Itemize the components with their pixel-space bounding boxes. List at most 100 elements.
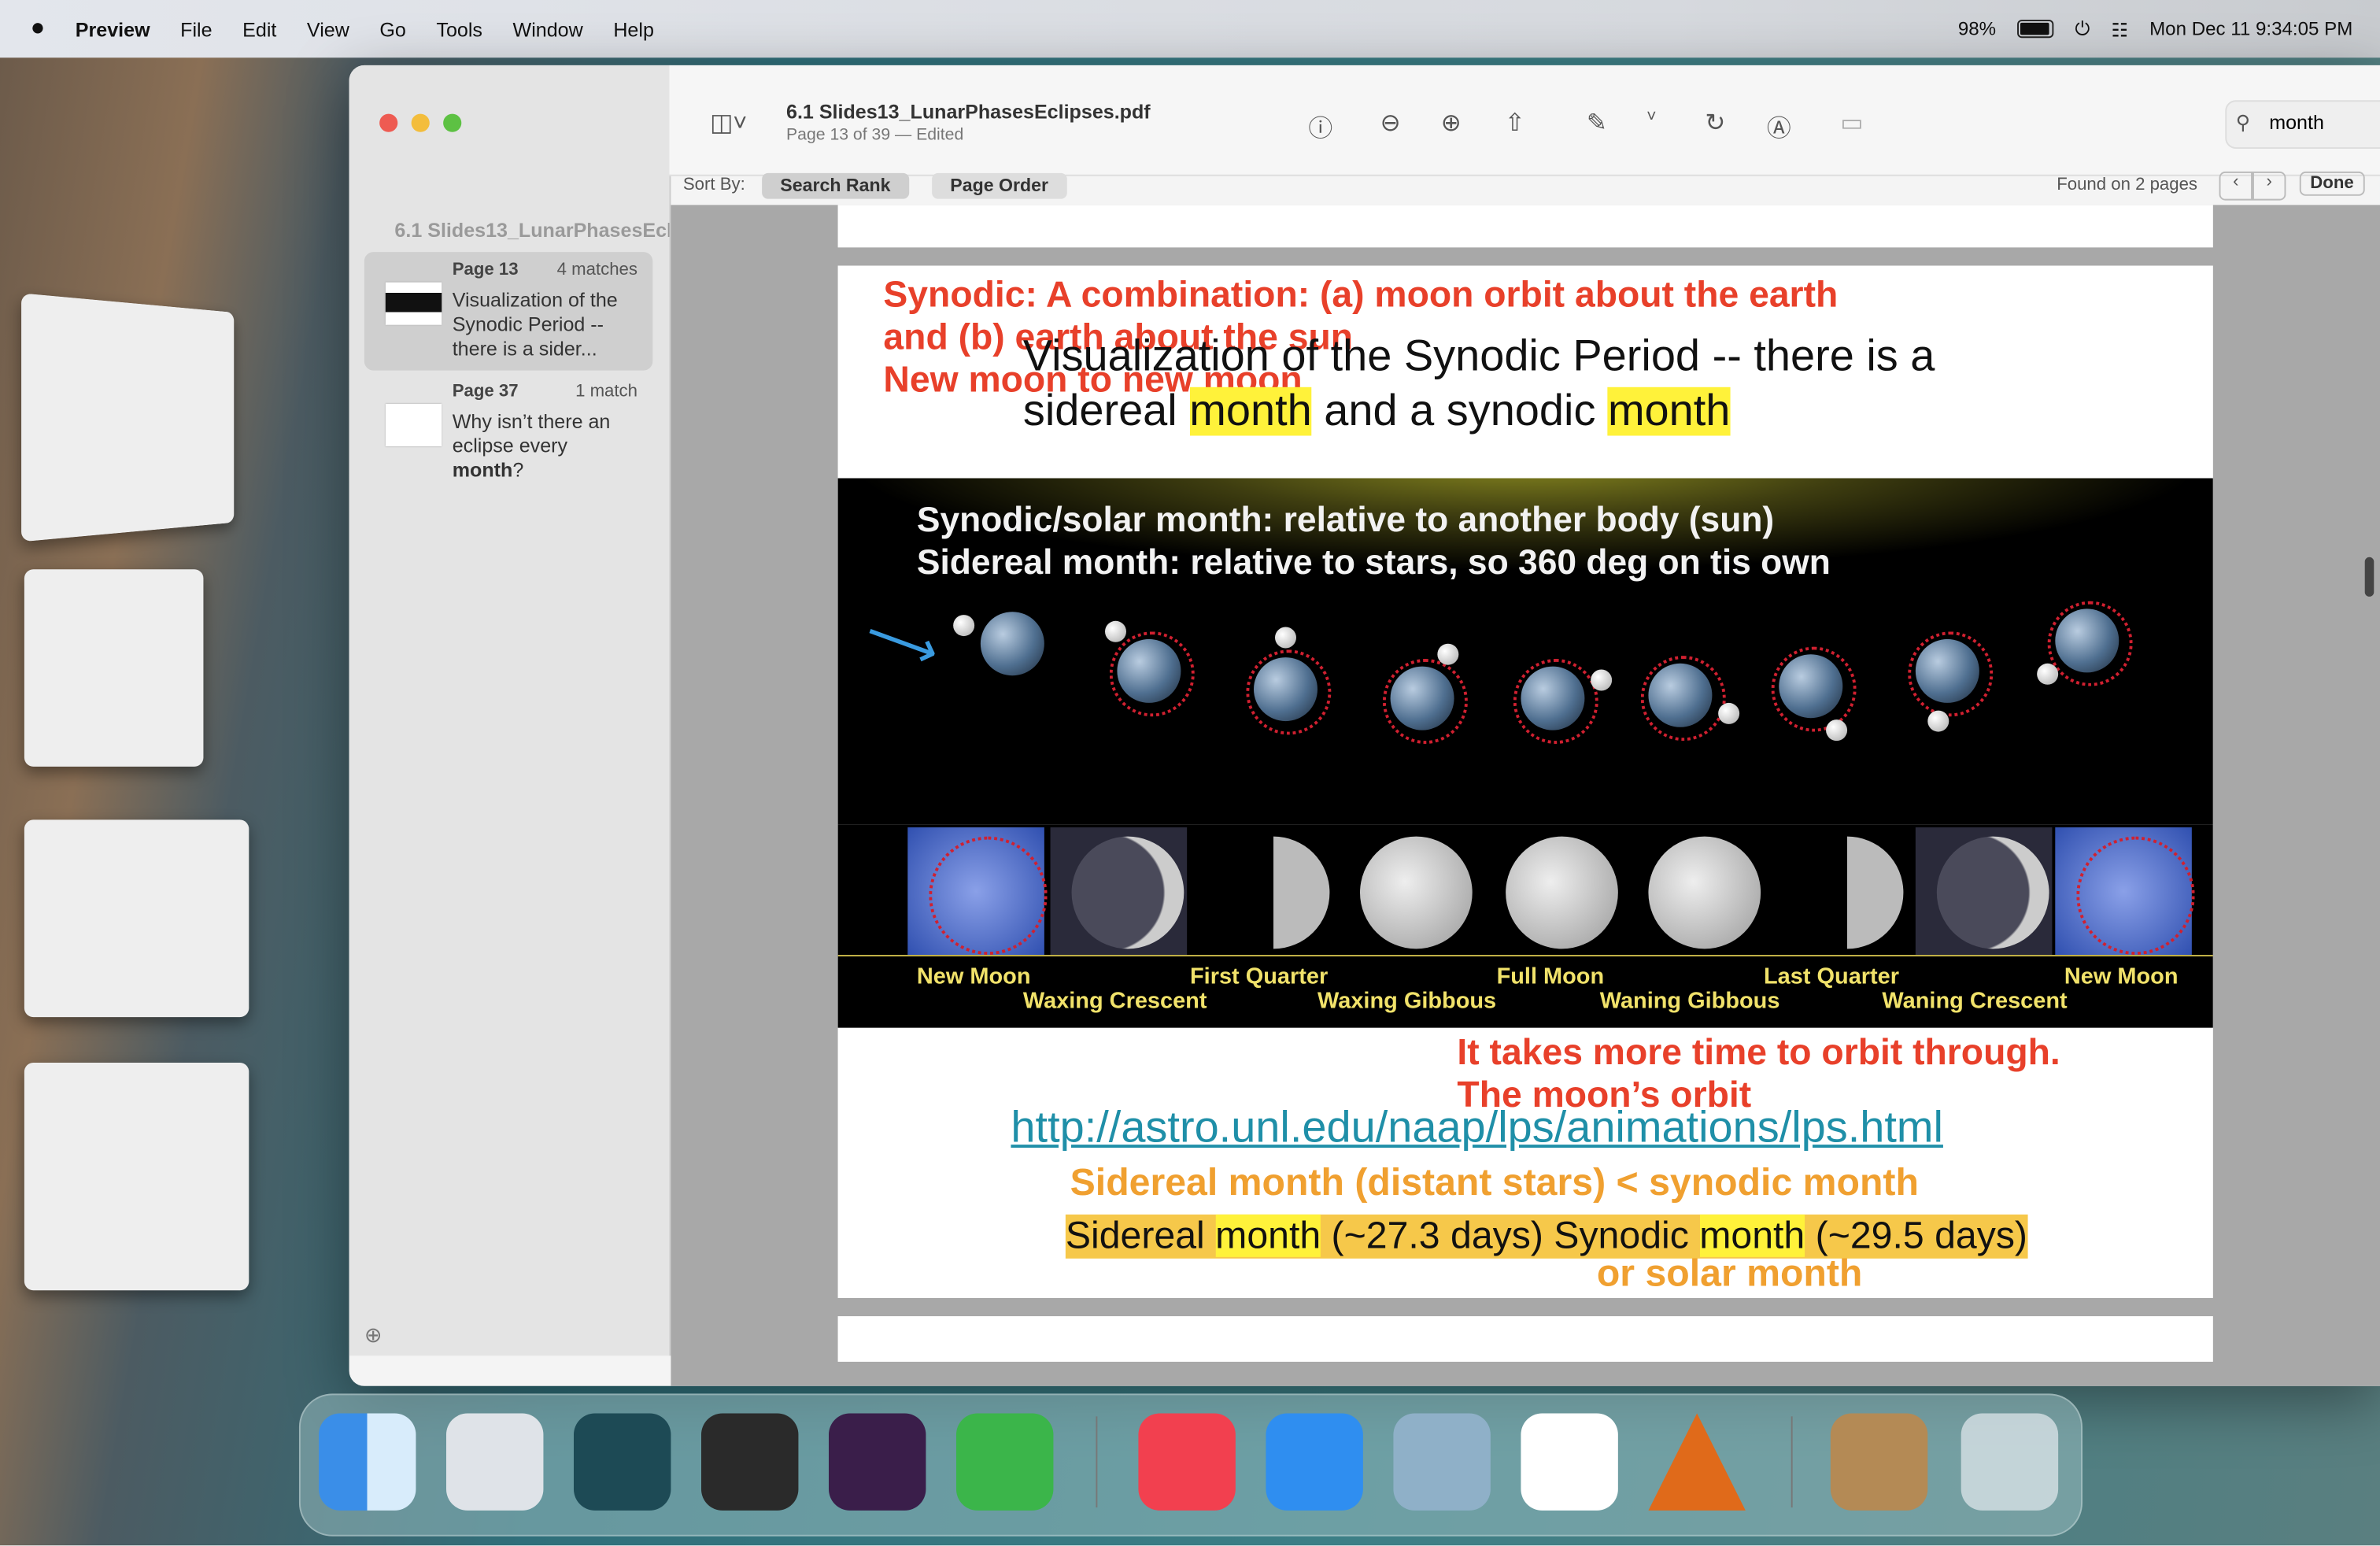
earth-icon — [1390, 666, 1454, 730]
dock-finder[interactable] — [318, 1413, 416, 1511]
dock-trash[interactable] — [1961, 1413, 2059, 1511]
earth-icon — [1915, 638, 1979, 703]
moon-phase-image — [1484, 827, 1621, 955]
close-button[interactable] — [379, 113, 398, 132]
zoom-button[interactable] — [443, 113, 462, 132]
done-button[interactable]: Done — [2299, 171, 2365, 196]
desktop: ● Preview File Edit View Go Tools Window… — [0, 0, 2380, 1546]
search-result[interactable]: Page 13 4 matches Visualization of the S… — [364, 252, 653, 371]
moon-icon — [1274, 627, 1296, 649]
dock-launchpad[interactable] — [445, 1413, 544, 1511]
result-page: Page 37 — [452, 382, 519, 401]
earth-icon — [1521, 666, 1585, 730]
document-subtitle: Page 13 of 39 — Edited — [785, 126, 964, 145]
stage-window-1[interactable] — [21, 293, 235, 542]
share-icon[interactable]: ⇧ — [1498, 108, 1531, 139]
stage-window-3[interactable] — [24, 819, 249, 1018]
phase-between-label: Waxing Gibbous — [1317, 988, 1497, 1015]
markup-pen-icon[interactable]: ✎ — [1580, 108, 1613, 139]
result-page: Page 13 — [452, 261, 519, 279]
animation-link[interactable]: http://astro.unl.edu/naap/lps/animations… — [1011, 1104, 1943, 1154]
dock-matlab[interactable] — [1648, 1413, 1746, 1511]
solar-month-text: or solar month — [1596, 1252, 1863, 1296]
rotate-icon[interactable]: ↻ — [1698, 108, 1731, 139]
sort-bar: Sort By: Search Rank Page Order Found on… — [669, 167, 2379, 203]
moon-phase-image — [907, 827, 1048, 956]
dock-music[interactable] — [1138, 1413, 1236, 1511]
phase-between-label: Waxing Crescent — [1022, 988, 1207, 1015]
menu-tools[interactable]: Tools — [436, 17, 482, 40]
sort-search-rank-button[interactable]: Search Rank — [762, 172, 909, 199]
phase-label: Full Moon — [1496, 963, 1605, 990]
stage-window-4[interactable] — [24, 1062, 249, 1291]
arrow-icon: ⟶ — [857, 602, 948, 682]
add-icon[interactable]: ⊕ — [364, 1322, 382, 1348]
moon-icon — [1718, 702, 1740, 724]
dock-downloads[interactable] — [1830, 1413, 1928, 1511]
dock-app-3[interactable] — [573, 1413, 671, 1511]
menu-view[interactable]: View — [307, 17, 349, 40]
found-count: Found on 2 pages — [2057, 176, 2198, 194]
search-highlight: month — [1699, 1214, 1805, 1257]
earth-icon — [1779, 654, 1843, 719]
next-page — [837, 1316, 2213, 1362]
earth-icon — [980, 612, 1044, 676]
battery-percent: 98% — [1957, 18, 1997, 40]
result-matches: 4 matches — [556, 261, 638, 279]
search-field[interactable]: ⚲ × — [2225, 100, 2380, 149]
sidebar-doc-title: 6.1 Slides13_LunarPhasesEclipses — [394, 218, 669, 242]
earth-icon — [1648, 663, 1713, 727]
dock-divider — [1096, 1416, 1098, 1508]
dock-safari[interactable] — [1266, 1413, 1363, 1511]
minimize-button[interactable] — [411, 113, 430, 132]
control-center-icon[interactable]: ☷ — [2111, 17, 2128, 40]
orbit-text-1: Synodic/solar month: relative to another… — [916, 499, 1775, 539]
power-icon[interactable]: ⏻ — [2075, 17, 2090, 40]
page-thumbnail — [385, 282, 442, 325]
zoom-in-icon[interactable]: ⊕ — [1434, 108, 1467, 139]
moon-phase-image — [1050, 827, 1188, 956]
battery-icon[interactable] — [2017, 20, 2054, 39]
stage-window-2[interactable] — [24, 569, 204, 767]
info-icon[interactable]: ⓘ — [1304, 108, 1337, 144]
phase-label: Last Quarter — [1763, 963, 1900, 990]
slide-title-line-2: sidereal month and a synodic month — [1022, 386, 1731, 436]
moon-phase-image — [1339, 827, 1476, 955]
moon-icon — [953, 615, 975, 637]
dock-freeform[interactable] — [1521, 1413, 1618, 1511]
next-result-button[interactable]: › — [2252, 171, 2286, 201]
phase-label: New Moon — [2064, 963, 2179, 990]
period-text: Sidereal month (~27.3 days) Synodic mont… — [1065, 1214, 2027, 1259]
zoom-out-icon[interactable]: ⊖ — [1373, 108, 1406, 139]
form-fill-icon[interactable]: ▭ — [1835, 108, 1868, 139]
sidebar-toggle-icon[interactable]: ◫˅ — [703, 108, 755, 139]
annotate-icon[interactable]: Ⓐ — [1762, 108, 1795, 144]
scrollbar-thumb[interactable] — [2364, 557, 2374, 597]
search-icon: ⚲ — [2235, 110, 2251, 134]
dock-app-5[interactable] — [828, 1413, 926, 1511]
menu-app[interactable]: Preview — [76, 17, 150, 40]
moon-icon — [1437, 642, 1459, 664]
toolbar: ◫˅ 6.1 Slides13_LunarPhasesEclipses.pdf … — [669, 65, 2380, 176]
menu-help[interactable]: Help — [613, 17, 654, 40]
moon-phase-image — [1627, 827, 1764, 955]
menu-file[interactable]: File — [180, 17, 212, 40]
sort-page-order-button[interactable]: Page Order — [932, 172, 1067, 199]
search-result[interactable]: Page 37 1 match Why isn’t there an eclip… — [364, 373, 652, 491]
clock[interactable]: Mon Dec 11 9:34:05 PM — [2149, 18, 2352, 39]
document-view[interactable]: Synodic: A combination: (a) moon orbit a… — [671, 205, 2380, 1386]
chevron-down-icon[interactable]: ˅ — [1635, 108, 1668, 126]
search-input[interactable] — [2266, 109, 2380, 135]
moon-phase-image — [1196, 827, 1333, 955]
dock-preview[interactable] — [1393, 1413, 1491, 1511]
apple-icon[interactable]: ● — [31, 15, 46, 43]
sort-label: Sort By: — [682, 176, 745, 194]
menu-edit[interactable]: Edit — [242, 17, 276, 40]
moon-phase-strip: New Moon First Quarter Full Moon Last Qu… — [837, 824, 2213, 1028]
menu-window[interactable]: Window — [513, 17, 583, 40]
dock-app-6[interactable] — [955, 1413, 1054, 1511]
dock-app-4[interactable] — [700, 1413, 799, 1511]
previous-result-button[interactable]: ‹ — [2219, 171, 2252, 201]
menu-go[interactable]: Go — [379, 17, 405, 40]
phase-between-label: Waning Crescent — [1882, 988, 2068, 1015]
